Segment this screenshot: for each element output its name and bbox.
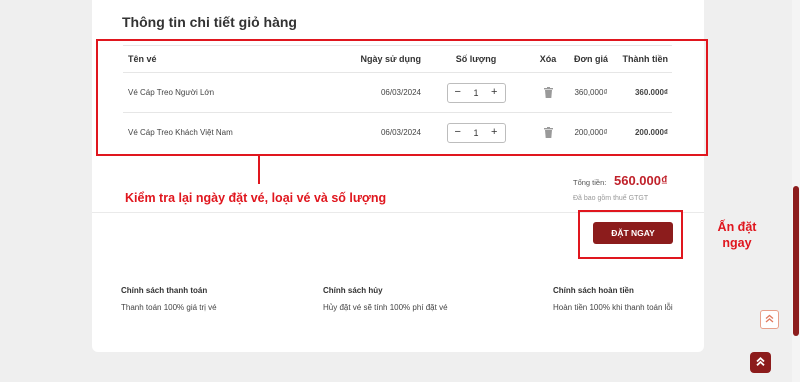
total-label: Tổng tiền:	[573, 178, 607, 187]
policy-payment-title: Chính sách thanh toán	[121, 286, 208, 295]
policy-cancel-text: Hủy đặt vé sẽ tính 100% phí đặt vé	[323, 303, 448, 312]
scroll-up-button[interactable]	[760, 310, 779, 329]
annotation-box-order	[578, 210, 683, 259]
policy-cancel-title: Chính sách hủy	[323, 286, 383, 295]
annotation-pointer-line	[258, 156, 260, 184]
vat-note: Đã bao gồm thuế GTGT	[573, 195, 649, 202]
scrollbar-thumb[interactable]	[793, 186, 799, 336]
total-value: 560.000₫	[614, 173, 668, 188]
cart-title: Thông tin chi tiết giỏ hàng	[122, 14, 297, 30]
annotation-box-cart	[96, 39, 708, 156]
annotation-check-text: Kiểm tra lại ngày đặt vé, loại vé và số …	[125, 191, 387, 205]
annotation-order-text: Ấn đặt ngay	[717, 220, 757, 250]
policy-refund-text: Hoàn tiền 100% khi thanh toán lỗi	[553, 303, 673, 312]
policy-refund-title: Chính sách hoàn tiền	[553, 286, 634, 295]
chevron-up-icon	[764, 311, 775, 329]
double-chevron-up-icon	[755, 354, 766, 372]
back-to-top-button[interactable]	[750, 352, 771, 373]
policy-payment-text: Thanh toán 100% giá trị vé	[121, 303, 217, 312]
